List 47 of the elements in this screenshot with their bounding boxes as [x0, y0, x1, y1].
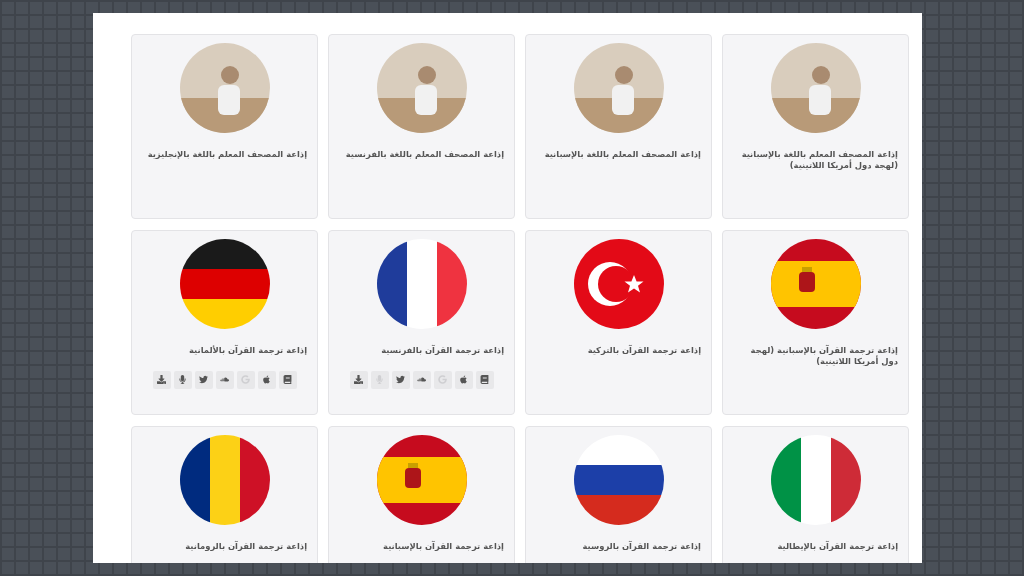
download-link[interactable]: [349, 370, 368, 389]
card-title[interactable]: إذاعة المصحف المعلم باللغة بالفرنسية: [339, 149, 504, 160]
station-card[interactable]: إذاعة ترجمة القرآن بالألمانية: [131, 230, 318, 415]
station-card[interactable]: إذاعة المصحف المعلم باللغة بالإسبانية: [525, 34, 712, 219]
card-title[interactable]: إذاعة المصحف المعلم باللغة بالإسبانية (لهجة دول أمريكا اللاتينية): [733, 149, 898, 171]
bird-icon: [199, 375, 208, 385]
download-icon: [157, 375, 166, 385]
station-card[interactable]: إذاعة ترجمة القرآن بالفرنسية: [328, 230, 515, 415]
apple-icon: [262, 375, 271, 385]
station-card[interactable]: إذاعة ترجمة القرآن بالإسبانية (لهجة دول أمريكا اللاتينية): [722, 230, 909, 415]
card-title[interactable]: إذاعة ترجمة القرآن بالفرنسية: [339, 345, 504, 356]
book-icon: [480, 375, 489, 385]
card-title[interactable]: إذاعة ترجمة القرآن بالرومانية: [142, 541, 307, 552]
cloud-link[interactable]: [215, 370, 234, 389]
card-title[interactable]: إذاعة ترجمة القرآن بالروسية: [536, 541, 701, 552]
apple-link[interactable]: [257, 370, 276, 389]
download-link[interactable]: [152, 370, 171, 389]
cloud-link[interactable]: [412, 370, 431, 389]
g-letter-icon: [438, 375, 447, 385]
card-title[interactable]: إذاعة المصحف المعلم باللغة بالإنجليزية: [142, 149, 307, 160]
book-link[interactable]: [278, 370, 297, 389]
book-link[interactable]: [475, 370, 494, 389]
book-icon: [283, 375, 292, 385]
station-card[interactable]: إذاعة المصحف المعلم باللغة بالفرنسية: [328, 34, 515, 219]
bird-link[interactable]: [194, 370, 213, 389]
station-card[interactable]: إذاعة ترجمة القرآن بالتركية: [525, 230, 712, 415]
station-card[interactable]: إذاعة ترجمة القرآن بالروسية: [525, 426, 712, 563]
download-icon: [354, 375, 363, 385]
bird-link[interactable]: [391, 370, 410, 389]
card-title[interactable]: إذاعة ترجمة القرآن بالإيطالية: [733, 541, 898, 552]
card-title[interactable]: إذاعة ترجمة القرآن بالألمانية: [142, 345, 307, 356]
card-title[interactable]: إذاعة ترجمة القرآن بالإسبانية: [339, 541, 504, 552]
apple-icon: [459, 375, 468, 385]
card-title[interactable]: إذاعة ترجمة القرآن بالتركية: [536, 345, 701, 356]
station-card[interactable]: إذاعة المصحف المعلم باللغة بالإسبانية (لهجة دول أمريكا اللاتينية): [722, 34, 909, 219]
microphone-link[interactable]: [173, 370, 192, 389]
card-title[interactable]: إذاعة ترجمة القرآن بالإسبانية (لهجة دول أمريكا اللاتينية): [733, 345, 898, 367]
bird-icon: [396, 375, 405, 385]
station-card[interactable]: إذاعة ترجمة القرآن بالإسبانية: [328, 426, 515, 563]
station-card[interactable]: إذاعة ترجمة القرآن بالرومانية: [131, 426, 318, 563]
apple-link[interactable]: [454, 370, 473, 389]
station-card[interactable]: إذاعة ترجمة القرآن بالإيطالية: [722, 426, 909, 563]
microphone-icon: [178, 375, 187, 385]
card-title[interactable]: إذاعة المصحف المعلم باللغة بالإسبانية: [536, 149, 701, 160]
g-letter-icon: [241, 375, 250, 385]
station-card[interactable]: إذاعة المصحف المعلم باللغة بالإنجليزية: [131, 34, 318, 219]
microphone-icon: [375, 375, 384, 385]
